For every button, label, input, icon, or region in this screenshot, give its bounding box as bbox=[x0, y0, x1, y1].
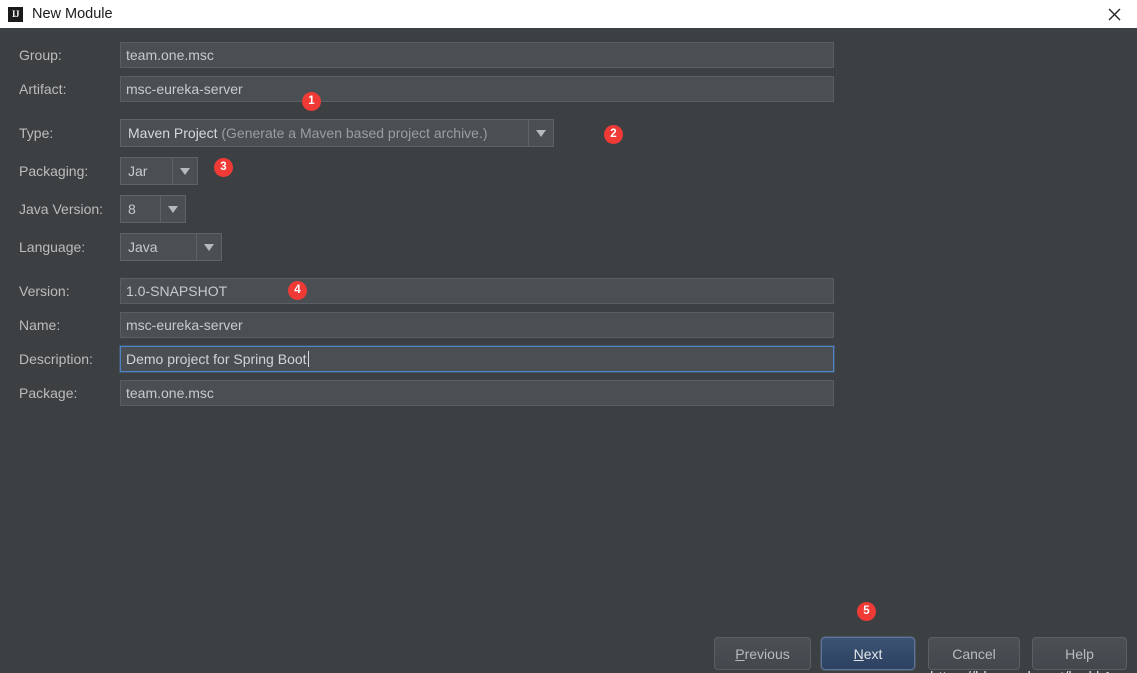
name-label: Name: bbox=[19, 317, 61, 333]
description-label: Description: bbox=[19, 351, 93, 367]
next-button[interactable]: Next bbox=[821, 637, 915, 670]
package-input[interactable]: team.one.msc bbox=[120, 380, 834, 406]
help-button[interactable]: Help bbox=[1032, 637, 1127, 670]
previous-label: revious bbox=[744, 645, 790, 662]
type-value-main: Maven Project bbox=[128, 125, 218, 141]
cancel-button[interactable]: Cancel bbox=[928, 637, 1020, 670]
type-label: Type: bbox=[19, 125, 54, 141]
chevron-down-icon[interactable] bbox=[160, 196, 185, 222]
close-icon[interactable] bbox=[1091, 0, 1137, 28]
description-input[interactable]: Demo project for Spring Boot bbox=[120, 346, 834, 372]
dialog-footer: Previous Next Cancel Help bbox=[0, 632, 1137, 673]
chevron-down-icon[interactable] bbox=[528, 120, 553, 146]
dialog-content: Group: team.one.msc Artifact: msc-eureka… bbox=[0, 28, 1137, 673]
group-input[interactable]: team.one.msc bbox=[120, 42, 834, 68]
previous-mnemonic: P bbox=[735, 645, 745, 662]
version-input[interactable]: 1.0-SNAPSHOT bbox=[120, 278, 834, 304]
description-input-value: Demo project for Spring Boot bbox=[126, 351, 307, 367]
field-row-java-version: Java Version: 8 bbox=[0, 195, 186, 223]
java-version-label: Java Version: bbox=[19, 201, 104, 217]
annotation-badge-1: 1 bbox=[302, 92, 321, 111]
language-combobox[interactable]: Java bbox=[120, 233, 222, 261]
field-row-artifact: Artifact: msc-eureka-server bbox=[0, 75, 834, 103]
version-label: Version: bbox=[19, 283, 70, 299]
field-row-description: Description: Demo project for Spring Boo… bbox=[0, 345, 834, 373]
packaging-combobox[interactable]: Jar bbox=[120, 157, 198, 185]
artifact-label: Artifact: bbox=[19, 81, 67, 97]
new-module-dialog: IJ New Module Group: team.one.msc Artifa… bbox=[0, 0, 1137, 673]
packaging-combobox-value: Jar bbox=[128, 163, 148, 179]
annotation-badge-4: 4 bbox=[288, 281, 307, 300]
chevron-down-icon[interactable] bbox=[172, 158, 197, 184]
field-row-packaging: Packaging: Jar bbox=[0, 157, 198, 185]
previous-button[interactable]: Previous bbox=[714, 637, 811, 670]
intellij-idea-icon: IJ bbox=[8, 6, 23, 22]
text-caret bbox=[307, 351, 309, 367]
field-row-version: Version: 1.0-SNAPSHOT bbox=[0, 277, 834, 305]
field-row-package: Package: team.one.msc bbox=[0, 379, 834, 407]
type-value-hint: (Generate a Maven based project archive.… bbox=[221, 125, 488, 141]
java-version-combobox[interactable]: 8 bbox=[120, 195, 186, 223]
type-combobox[interactable]: Maven Project (Generate a Maven based pr… bbox=[120, 119, 554, 147]
field-row-name: Name: msc-eureka-server bbox=[0, 311, 834, 339]
field-row-language: Language: Java bbox=[0, 233, 222, 261]
next-mnemonic: N bbox=[853, 645, 864, 662]
language-combobox-value: Java bbox=[128, 239, 158, 255]
field-row-type: Type: Maven Project (Generate a Maven ba… bbox=[0, 119, 554, 147]
name-input[interactable]: msc-eureka-server bbox=[120, 312, 834, 338]
language-label: Language: bbox=[19, 239, 86, 255]
annotation-badge-2: 2 bbox=[604, 125, 623, 144]
window-title: New Module bbox=[32, 6, 113, 22]
type-combobox-value: Maven Project (Generate a Maven based pr… bbox=[121, 120, 528, 146]
annotation-badge-3: 3 bbox=[214, 158, 233, 177]
package-label: Package: bbox=[19, 385, 78, 401]
window-titlebar: IJ New Module bbox=[0, 0, 1137, 28]
field-row-group: Group: team.one.msc bbox=[0, 41, 834, 69]
annotation-badge-5: 5 bbox=[857, 602, 876, 621]
java-version-combobox-value: 8 bbox=[128, 201, 136, 217]
artifact-input[interactable]: msc-eureka-server bbox=[120, 76, 834, 102]
group-label: Group: bbox=[19, 47, 62, 63]
packaging-label: Packaging: bbox=[19, 163, 89, 179]
chevron-down-icon[interactable] bbox=[196, 234, 221, 260]
next-label: ext bbox=[863, 645, 883, 662]
